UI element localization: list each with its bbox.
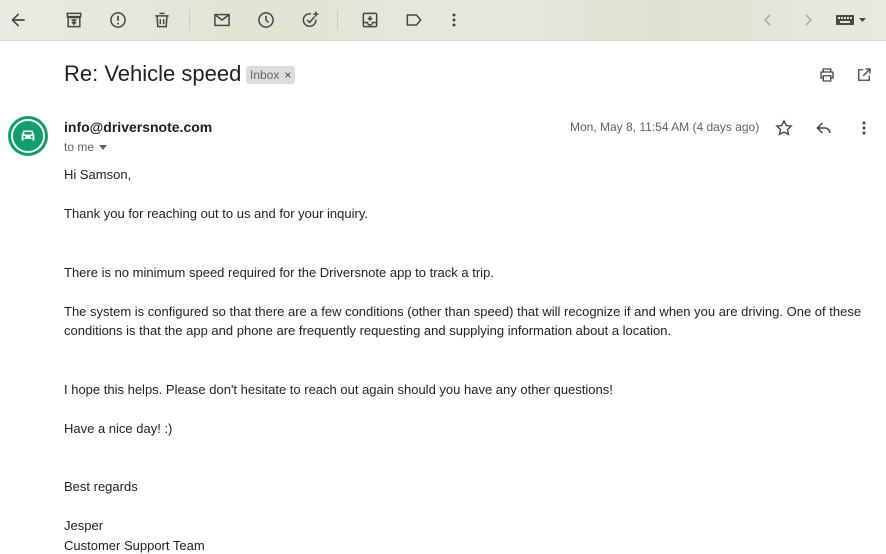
inbox-label-chip: Inbox × <box>246 66 296 84</box>
sender-email[interactable]: info@driversnote.com <box>64 119 212 135</box>
chevron-down-icon[interactable] <box>99 145 108 150</box>
body-paragraph: Thank you for reaching out to us and for… <box>64 206 368 221</box>
body-paragraph: There is no minimum speed required for t… <box>64 265 494 280</box>
remove-label-icon[interactable]: × <box>284 68 291 82</box>
keyboard-icon[interactable] <box>832 4 872 36</box>
delete-icon[interactable] <box>146 4 178 36</box>
label-text: Inbox <box>250 68 280 82</box>
body-closing: Best regards <box>64 479 138 494</box>
newer-icon[interactable] <box>792 4 824 36</box>
archive-icon[interactable] <box>58 4 90 36</box>
mark-unread-icon[interactable] <box>206 4 238 36</box>
email-subject: Re: Vehicle speed <box>64 61 242 86</box>
body-paragraph: The system is configured so that there a… <box>64 304 862 319</box>
more-vert-icon[interactable] <box>852 116 876 140</box>
report-spam-icon[interactable] <box>102 4 134 36</box>
body-greeting: Hi Samson, <box>64 167 132 182</box>
body-paragraph: Have a nice day! :) <box>64 421 173 436</box>
star-icon[interactable] <box>772 116 796 140</box>
car-icon <box>11 119 45 153</box>
reply-icon[interactable] <box>812 116 836 140</box>
snooze-icon[interactable] <box>250 4 282 36</box>
toolbar-divider <box>189 10 190 30</box>
sender-avatar[interactable] <box>8 116 48 156</box>
recipient-details[interactable]: to me <box>64 140 108 154</box>
open-in-new-window-icon[interactable] <box>853 64 875 86</box>
add-task-icon[interactable] <box>294 4 326 36</box>
toolbar <box>0 0 886 41</box>
email-date: Mon, May 8, 11:54 AM (4 days ago) <box>570 120 760 134</box>
back-arrow-icon[interactable] <box>2 4 34 36</box>
move-to-icon[interactable] <box>354 4 386 36</box>
body-paragraph: I hope this helps. Please don't hesitate… <box>64 382 613 397</box>
signature-name: Jesper <box>64 518 104 533</box>
signature-team: Customer Support Team <box>64 538 205 553</box>
label-icon[interactable] <box>398 4 430 36</box>
body-paragraph: conditions is that the app and phone are… <box>64 323 672 338</box>
print-icon[interactable] <box>816 64 838 86</box>
toolbar-divider <box>337 10 338 30</box>
more-vert-icon[interactable] <box>438 4 470 36</box>
older-icon[interactable] <box>752 4 784 36</box>
recipient-text: to me <box>64 140 95 154</box>
